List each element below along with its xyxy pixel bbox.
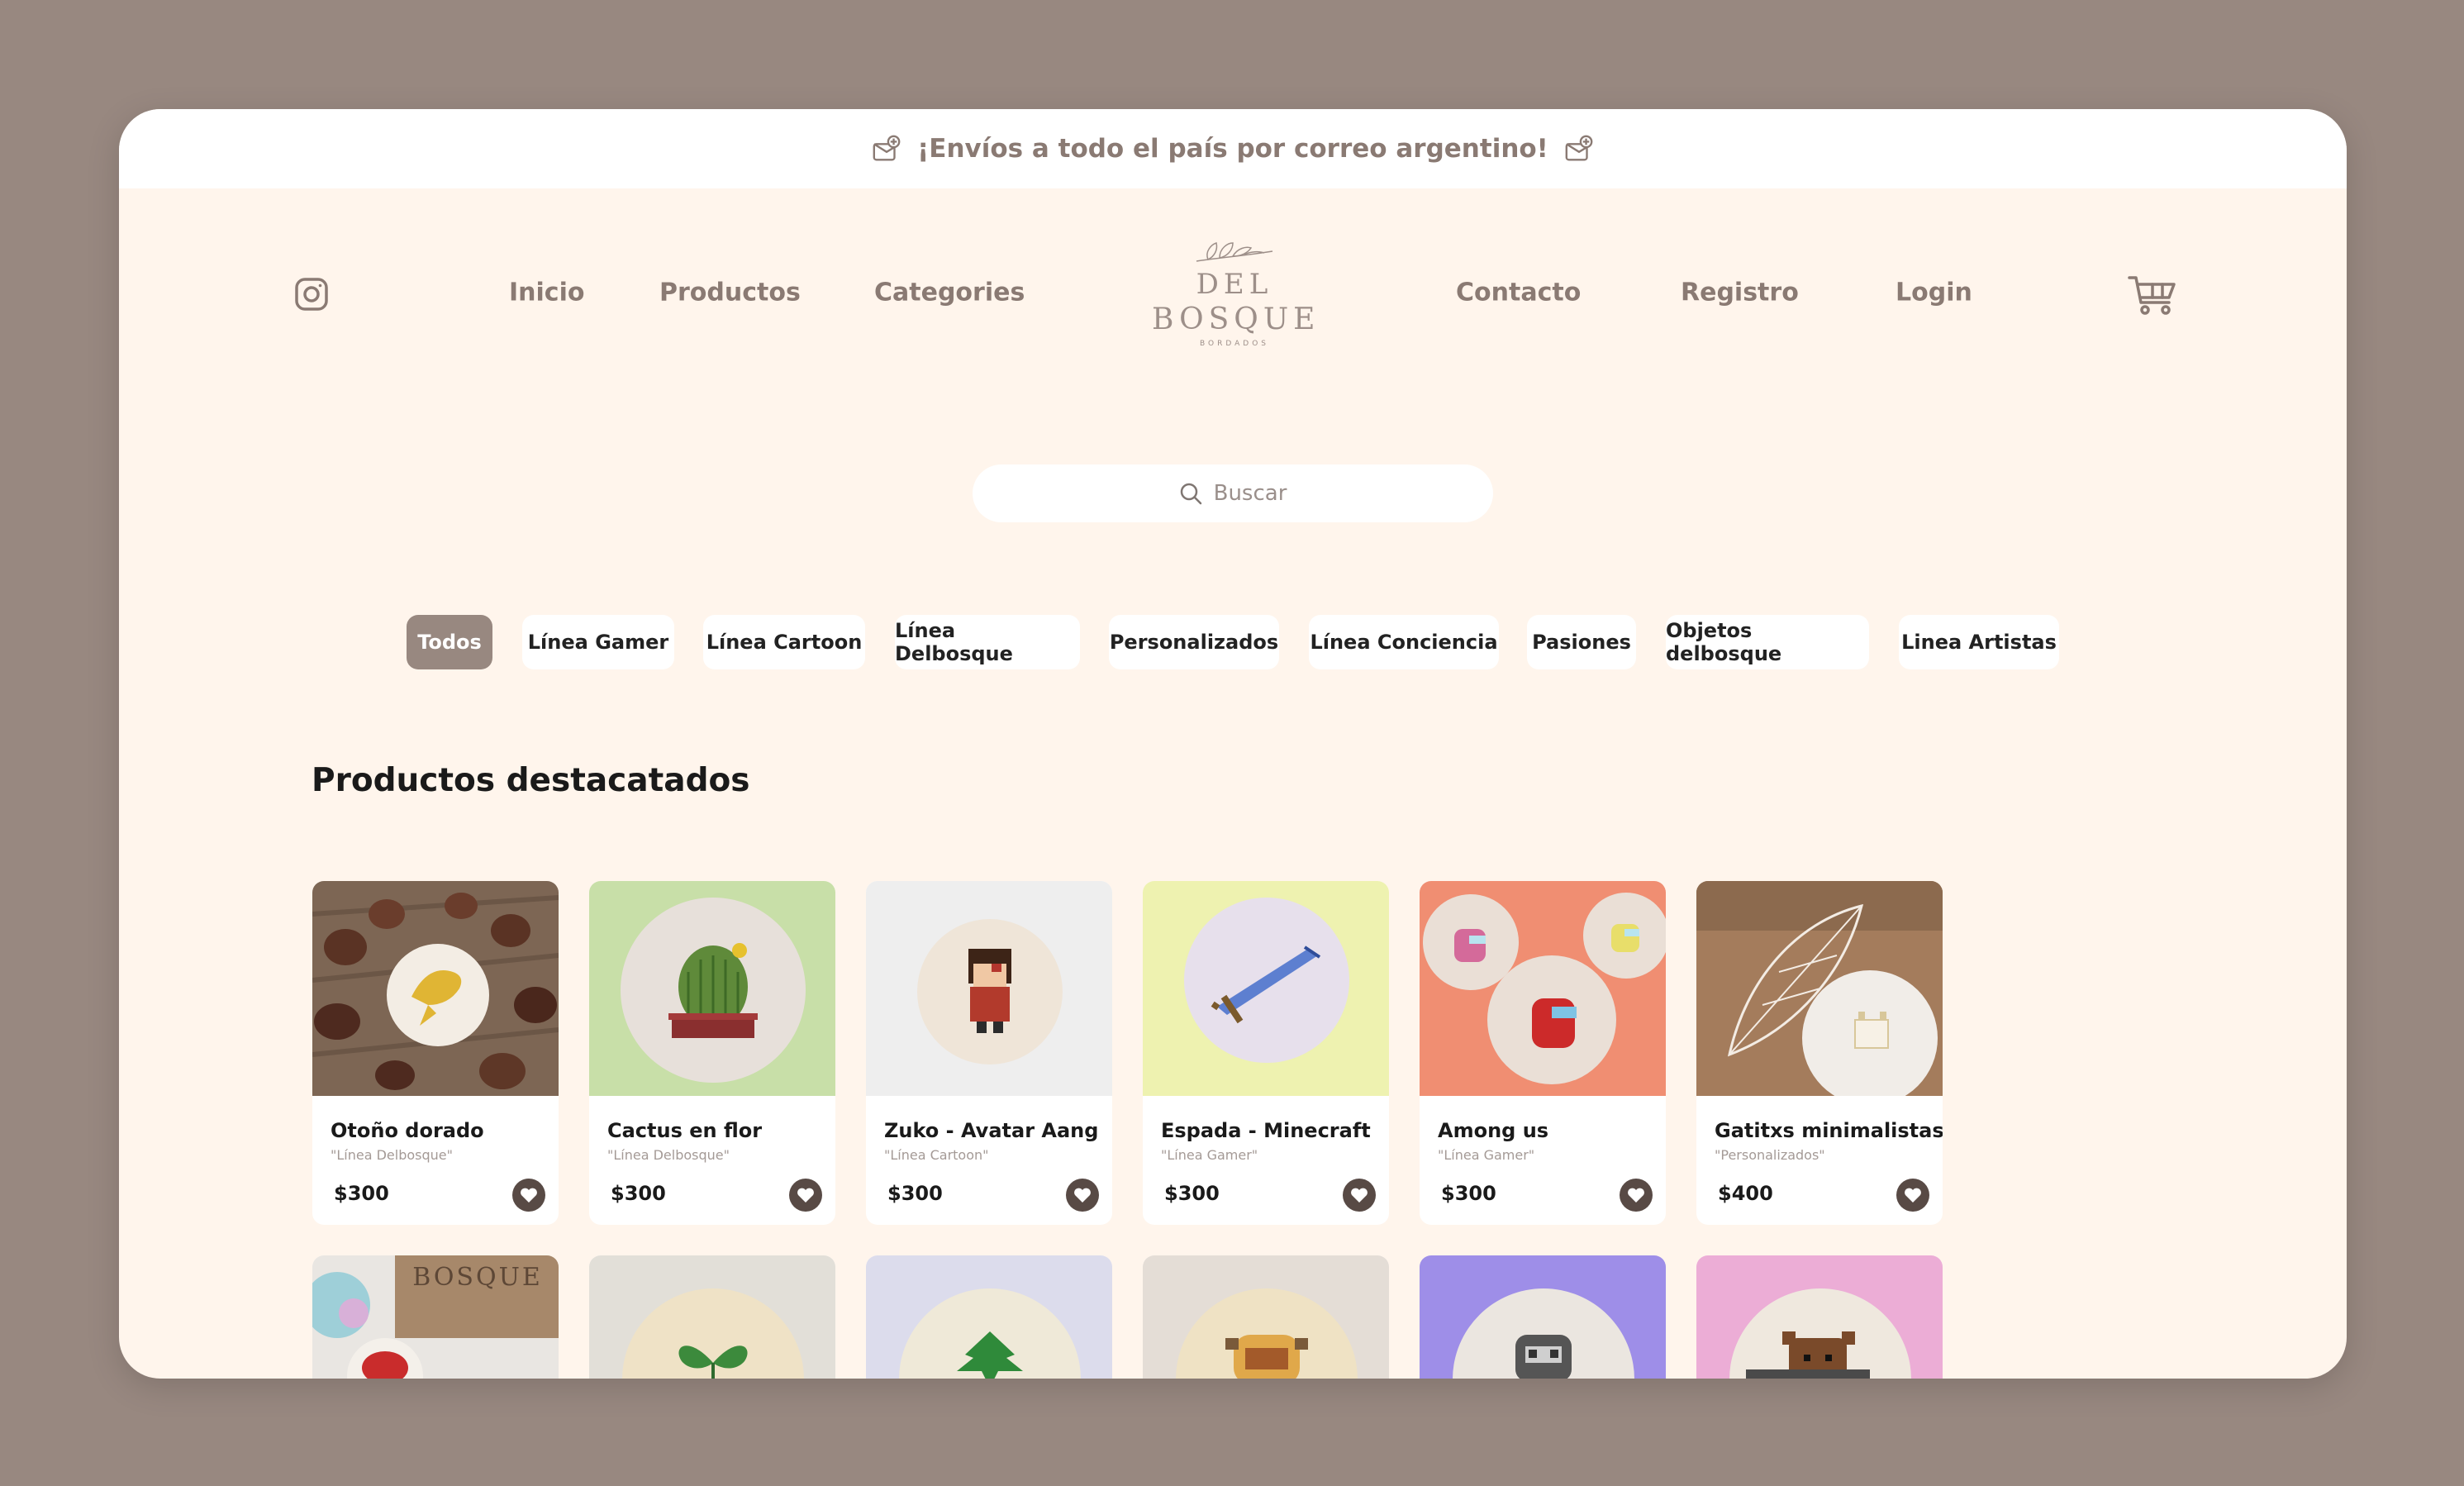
product-price: $400 [1718, 1182, 1773, 1205]
favorite-button[interactable] [1066, 1179, 1099, 1212]
product-name: Cactus en flor [607, 1119, 763, 1142]
favorite-button[interactable] [1620, 1179, 1653, 1212]
instagram-icon[interactable] [293, 276, 330, 316]
heart-icon [1074, 1188, 1091, 1203]
product-card[interactable] [1696, 1255, 1943, 1379]
heart-icon [521, 1188, 537, 1203]
browser-page: ¡Envíos a todo el país por correo argent… [119, 109, 2347, 1379]
favorite-button[interactable] [789, 1179, 822, 1212]
category-filter-bar: Todos Línea Gamer Línea Cartoon Línea De… [119, 615, 2347, 669]
chip-objetos-delbosque[interactable]: Objetos delbosque [1666, 615, 1869, 669]
chip-linea-cartoon[interactable]: Línea Cartoon [703, 615, 865, 669]
chip-pasiones[interactable]: Pasiones [1527, 615, 1636, 669]
product-image-bosque-box: BOSQUE [312, 1255, 559, 1379]
product-category: "Línea Delbosque" [607, 1147, 730, 1163]
product-category: "Línea Delbosque" [331, 1147, 453, 1163]
logo-line-1: DEL [1196, 268, 1273, 301]
product-image-bear [1696, 1255, 1943, 1379]
leaf-branch-icon [1196, 242, 1273, 262]
chip-personalizados[interactable]: Personalizados [1109, 615, 1279, 669]
product-image-leaf [866, 1255, 1112, 1379]
favorite-button[interactable] [1896, 1179, 1929, 1212]
product-category: "Personalizados" [1715, 1147, 1825, 1163]
main-navigation: Inicio Productos Categories DEL BOSQUE B… [119, 109, 2347, 407]
heart-icon [1351, 1188, 1368, 1203]
nav-registro[interactable]: Registro [1681, 279, 1799, 307]
chip-linea-gamer[interactable]: Línea Gamer [522, 615, 674, 669]
product-price: $300 [1164, 1182, 1220, 1205]
chip-todos[interactable]: Todos [407, 615, 492, 669]
product-card[interactable] [866, 1255, 1112, 1379]
nav-productos[interactable]: Productos [659, 279, 801, 307]
product-image-appa [1143, 1255, 1389, 1379]
product-card[interactable]: Zuko - Avatar Aang "Línea Cartoon" $300 [866, 881, 1112, 1225]
product-name: Among us [1438, 1119, 1549, 1142]
product-image-sprout [589, 1255, 835, 1379]
product-card[interactable]: Among us "Línea Gamer" $300 [1420, 881, 1666, 1225]
product-image-knight [1420, 1255, 1666, 1379]
featured-products-title: Productos destacatados [312, 762, 750, 799]
product-card[interactable]: Otoño dorado "Línea Delbosque" $300 [312, 881, 559, 1225]
search-input[interactable]: Buscar [973, 464, 1493, 522]
product-name: Otoño dorado [331, 1119, 484, 1142]
cart-icon[interactable] [2128, 274, 2177, 319]
logo-line-3: BORDADOS [1199, 340, 1269, 348]
product-image-golden-bird [312, 881, 559, 1096]
chip-linea-delbosque[interactable]: Línea Delbosque [895, 615, 1080, 669]
product-card[interactable] [589, 1255, 835, 1379]
product-image-zuko [866, 881, 1112, 1096]
product-image-minimal-cats [1696, 881, 1943, 1096]
box-print: BOSQUE [412, 1263, 543, 1292]
product-card[interactable] [1143, 1255, 1389, 1379]
product-image-among-us [1420, 881, 1666, 1096]
product-image-cactus [589, 881, 835, 1096]
product-price: $300 [334, 1182, 389, 1205]
product-category: "Línea Gamer" [1438, 1147, 1535, 1163]
nav-contacto[interactable]: Contacto [1456, 279, 1581, 307]
nav-categories[interactable]: Categories [874, 279, 1025, 307]
product-name: Espada - Minecraft [1161, 1119, 1371, 1142]
favorite-button[interactable] [1343, 1179, 1376, 1212]
product-card[interactable] [1420, 1255, 1666, 1379]
product-category: "Línea Gamer" [1161, 1147, 1258, 1163]
product-card[interactable]: Cactus en flor "Línea Delbosque" $300 [589, 881, 835, 1225]
heart-icon [1628, 1188, 1644, 1203]
brand-logo[interactable]: DEL BOSQUE BORDADOS [1152, 233, 1317, 365]
nav-inicio[interactable]: Inicio [509, 279, 584, 307]
chip-linea-conciencia[interactable]: Línea Conciencia [1309, 615, 1499, 669]
product-card[interactable]: BOSQUE [312, 1255, 559, 1379]
chip-linea-artistas[interactable]: Linea Artistas [1899, 615, 2059, 669]
logo-line-2: BOSQUE [1152, 302, 1320, 336]
product-name: Gatitxs minimalistas [1715, 1119, 1943, 1142]
product-price: $300 [887, 1182, 943, 1205]
product-card[interactable]: Gatitxs minimalistas "Personalizados" $4… [1696, 881, 1943, 1225]
product-price: $300 [1441, 1182, 1496, 1205]
product-price: $300 [611, 1182, 666, 1205]
favorite-button[interactable] [512, 1179, 545, 1212]
product-image-sword [1143, 881, 1389, 1096]
nav-login[interactable]: Login [1896, 279, 1972, 307]
heart-icon [1905, 1188, 1921, 1203]
product-name: Zuko - Avatar Aang [884, 1119, 1099, 1142]
search-placeholder: Buscar [1213, 481, 1287, 506]
product-category: "Línea Cartoon" [884, 1147, 989, 1163]
heart-icon [797, 1188, 814, 1203]
product-card[interactable]: Espada - Minecraft "Línea Gamer" $300 [1143, 881, 1389, 1225]
search-icon [1180, 483, 1201, 505]
